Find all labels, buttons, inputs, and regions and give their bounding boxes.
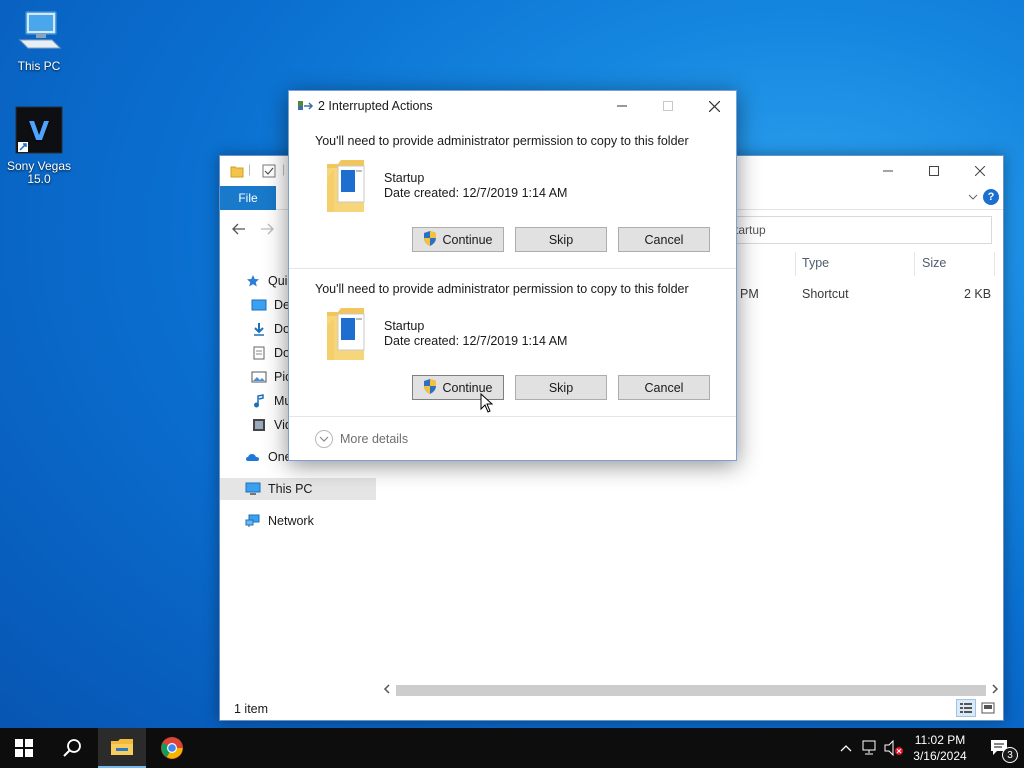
close-button[interactable]	[957, 156, 1003, 186]
startup-folder-icon	[324, 156, 370, 219]
back-arrow-icon[interactable]	[232, 223, 246, 238]
this-pc-icon	[2, 10, 76, 57]
file-date-created: Date created: 12/7/2019 1:14 AM	[384, 186, 568, 200]
downloads-icon	[250, 321, 268, 337]
minimize-button[interactable]	[865, 156, 911, 186]
scroll-right-icon[interactable]	[990, 683, 1000, 698]
file-name: Startup	[384, 319, 425, 333]
interrupted-actions-dialog[interactable]: 2 Interrupted Actions You'll need to pro…	[288, 90, 737, 461]
notification-count-badge: 3	[1002, 747, 1018, 763]
column-separator	[994, 252, 995, 276]
network-icon	[244, 513, 262, 529]
documents-icon	[250, 345, 268, 361]
permission-message: You'll need to provide administrator per…	[315, 282, 689, 296]
windows-logo-icon	[15, 739, 33, 757]
chevron-down-icon[interactable]	[967, 191, 979, 206]
dialog-title: 2 Interrupted Actions	[318, 99, 433, 113]
mouse-pointer-icon	[480, 392, 494, 416]
large-icons-view-button[interactable]	[978, 699, 998, 717]
uac-shield-icon	[423, 378, 437, 397]
details-view-icon	[960, 703, 972, 713]
maximize-button	[645, 91, 691, 121]
row-date-modified[interactable]: PM	[740, 287, 759, 301]
properties-icon[interactable]	[262, 164, 276, 181]
close-button[interactable]	[691, 91, 737, 121]
onedrive-icon	[244, 449, 262, 465]
sony-vegas-icon: V	[2, 106, 76, 157]
divider	[289, 268, 736, 269]
start-button[interactable]	[0, 728, 48, 768]
title-separator: |	[248, 162, 252, 176]
copy-arrow-icon	[298, 100, 314, 115]
chrome-icon	[161, 737, 183, 759]
more-details-toggle[interactable]: More details	[315, 430, 408, 448]
chevron-up-icon	[840, 745, 852, 752]
row-type[interactable]: Shortcut	[802, 287, 849, 301]
clock-time: 11:02 PM	[914, 733, 966, 747]
desktop-icon-label-version: 15.0	[27, 172, 51, 186]
network-wired-icon	[862, 740, 876, 755]
file-date-created: Date created: 12/7/2019 1:14 AM	[384, 334, 568, 348]
scrollbar-thumb[interactable]	[396, 685, 986, 696]
volume-button[interactable]	[884, 738, 904, 758]
title-separator: |	[282, 162, 286, 176]
desktop-icon-this-pc[interactable]: This PC	[2, 10, 76, 73]
nav-item-this-pc[interactable]: This PC	[220, 478, 376, 500]
clock-date: 3/16/2024	[913, 749, 967, 763]
search-box[interactable]: tartup	[730, 216, 992, 244]
uac-shield-icon	[423, 230, 437, 249]
network-status-button[interactable]	[860, 738, 880, 758]
large-icons-view-icon	[981, 702, 995, 714]
column-header-type[interactable]: Type	[802, 256, 829, 270]
column-header-size[interactable]: Size	[922, 256, 946, 270]
desktop-icon-sony-vegas[interactable]: V Sony Vegas 15.0	[2, 106, 76, 186]
dialog-title-bar[interactable]: 2 Interrupted Actions	[289, 91, 736, 121]
details-view-button[interactable]	[956, 699, 976, 717]
maximize-button[interactable]	[911, 156, 957, 186]
svg-text:V: V	[29, 117, 49, 147]
column-separator	[914, 252, 915, 276]
chevron-down-icon	[315, 430, 333, 448]
minimize-button[interactable]	[599, 91, 645, 121]
pictures-icon	[250, 369, 268, 385]
horizontal-scrollbar[interactable]	[380, 682, 1002, 698]
search-button[interactable]	[48, 728, 96, 768]
file-tab[interactable]: File	[220, 186, 276, 210]
permission-message: You'll need to provide administrator per…	[315, 134, 689, 148]
status-bar-item-count: 1 item	[234, 702, 269, 716]
folder-icon	[230, 164, 244, 181]
file-explorer-icon	[111, 739, 133, 755]
desktop-icon-label: This PC	[17, 59, 61, 73]
startup-folder-icon	[324, 304, 370, 367]
forward-arrow-icon[interactable]	[260, 223, 274, 238]
music-icon	[250, 393, 268, 409]
taskbar-file-explorer[interactable]	[98, 728, 146, 768]
row-size[interactable]: 2 KB	[964, 287, 991, 301]
search-icon	[63, 739, 81, 757]
skip-button[interactable]: Skip	[515, 375, 607, 400]
help-button[interactable]: ?	[983, 189, 999, 205]
show-hidden-icons-button[interactable]	[836, 738, 856, 758]
this-pc-icon	[244, 481, 262, 497]
system-clock[interactable]: 11:02 PM 3/16/2024	[902, 732, 978, 764]
file-name: Startup	[384, 171, 425, 185]
column-separator	[795, 252, 796, 276]
continue-button[interactable]: Continue	[412, 227, 504, 252]
taskbar-chrome[interactable]	[148, 728, 196, 768]
videos-icon	[250, 417, 268, 433]
scroll-left-icon[interactable]	[382, 683, 392, 698]
star-icon	[244, 273, 262, 289]
skip-button[interactable]: Skip	[515, 227, 607, 252]
nav-item-network[interactable]: Network	[220, 510, 376, 532]
cancel-button[interactable]: Cancel	[618, 375, 710, 400]
cancel-button[interactable]: Cancel	[618, 227, 710, 252]
taskbar: 11:02 PM 3/16/2024 3	[0, 728, 1024, 768]
volume-muted-icon	[884, 740, 903, 756]
action-center-button[interactable]: 3	[980, 728, 1020, 768]
divider	[289, 416, 736, 417]
desktop-icon	[250, 297, 268, 313]
